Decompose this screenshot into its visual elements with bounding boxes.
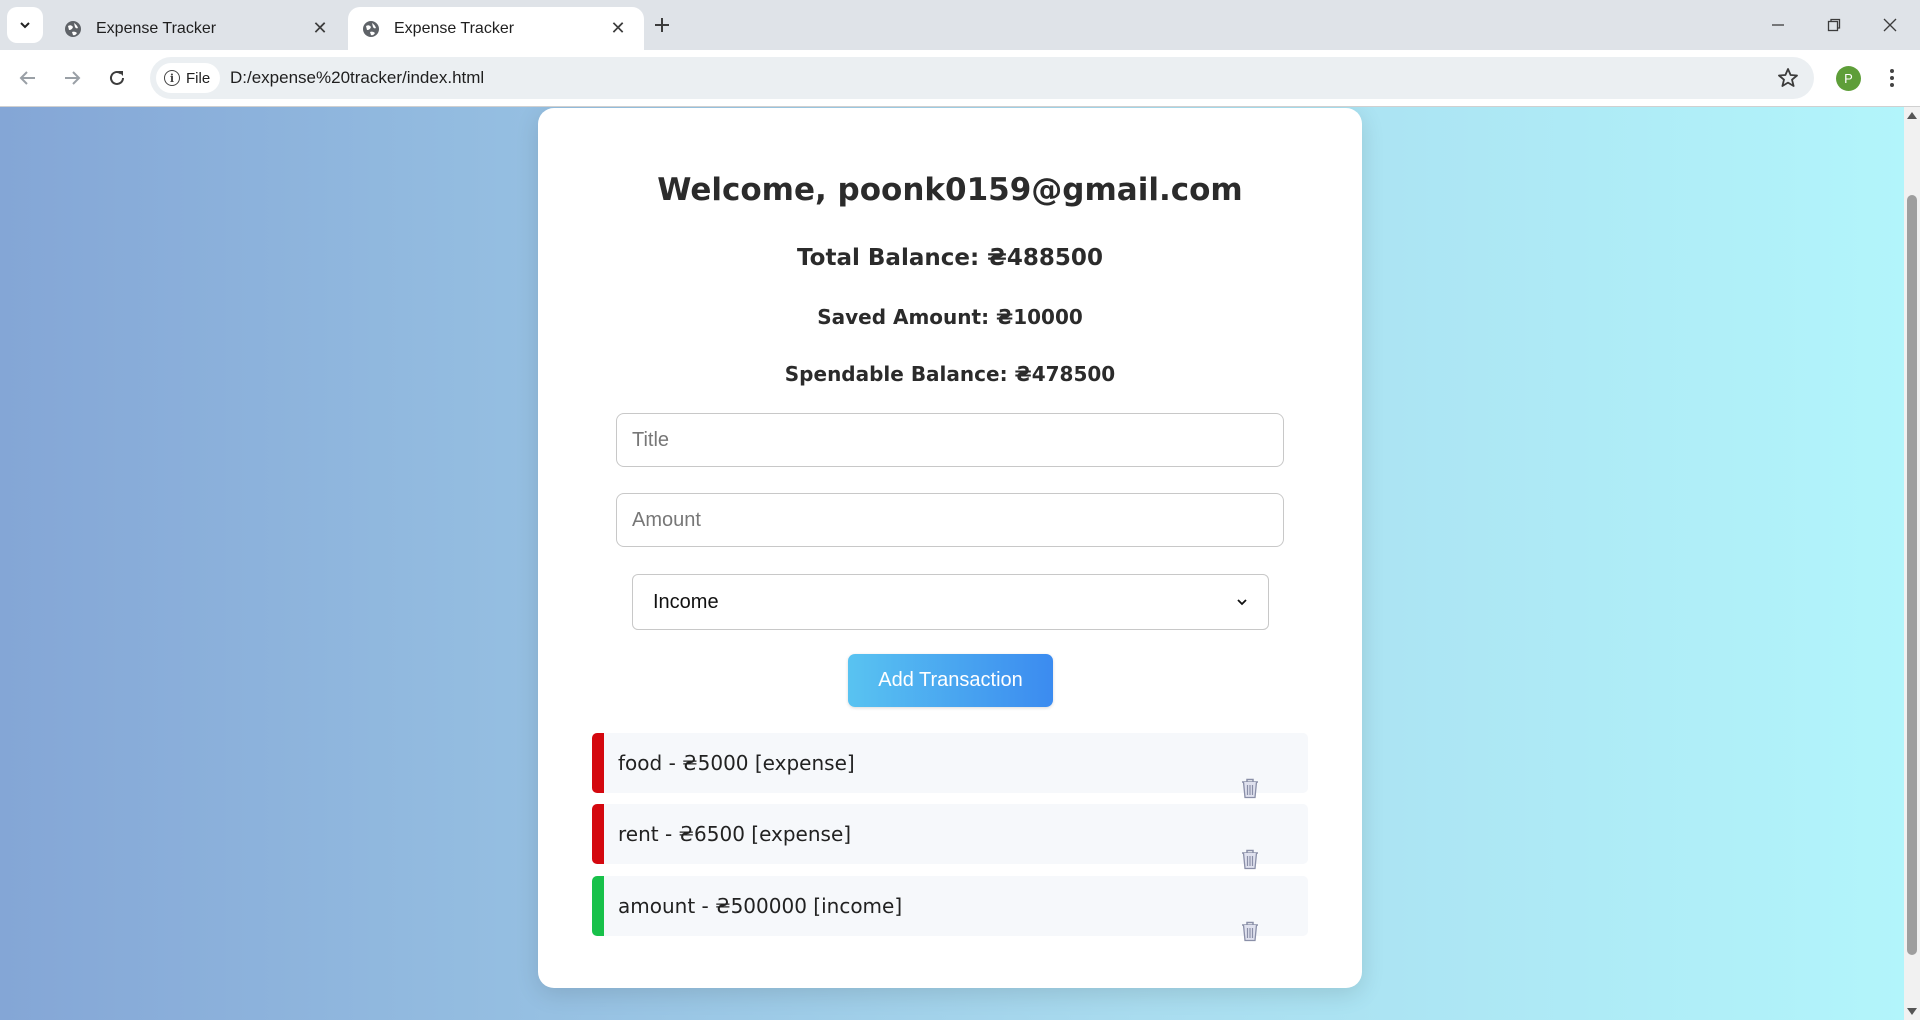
- close-icon[interactable]: ✕: [606, 18, 630, 39]
- scroll-up-arrow[interactable]: [1907, 112, 1917, 119]
- browser-toolbar: i File D:/expense%20tracker/index.html P: [0, 50, 1920, 107]
- expense-indicator: [592, 733, 604, 793]
- close-icon[interactable]: ✕: [308, 18, 332, 39]
- restore-icon: [1827, 18, 1841, 32]
- scroll-down-arrow[interactable]: [1907, 1008, 1917, 1015]
- page-scrollbar[interactable]: [1904, 107, 1920, 1020]
- site-info-chip[interactable]: i File: [156, 63, 221, 93]
- tab-search-button[interactable]: [7, 7, 43, 43]
- welcome-heading: Welcome, poonk0159@gmail.com: [657, 172, 1243, 208]
- restore-button[interactable]: [1806, 0, 1862, 50]
- profile-avatar[interactable]: P: [1836, 66, 1861, 91]
- dot: [1890, 76, 1894, 80]
- tab-expense-tracker-2[interactable]: Expense Tracker ✕: [348, 7, 644, 50]
- selected-type: Income: [653, 590, 719, 613]
- scrollbar-thumb[interactable]: [1907, 195, 1917, 955]
- expense-tracker-card: Welcome, poonk0159@gmail.com Total Balan…: [538, 108, 1362, 988]
- dot: [1890, 69, 1894, 73]
- trash-icon[interactable]: [1240, 848, 1260, 870]
- globe-icon: [363, 20, 379, 37]
- new-tab-button[interactable]: [648, 11, 676, 39]
- address-bar[interactable]: i File D:/expense%20tracker/index.html: [150, 57, 1814, 99]
- transaction-item: rent - ₴6500 [expense]: [592, 804, 1308, 870]
- minimize-icon: [1772, 24, 1784, 26]
- add-transaction-button[interactable]: Add Transaction: [848, 654, 1053, 707]
- trash-icon[interactable]: [1240, 777, 1260, 799]
- spendable-balance: Spendable Balance: ₴478500: [784, 362, 1116, 386]
- reload-button[interactable]: [99, 60, 135, 96]
- dot: [1890, 83, 1894, 87]
- total-balance: Total Balance: ₴488500: [797, 245, 1103, 271]
- arrow-right-icon: [65, 71, 81, 85]
- chevron-down-icon: [1237, 599, 1247, 606]
- site-info-label: File: [186, 69, 211, 87]
- transaction-text: food - ₴5000 [expense]: [618, 751, 855, 775]
- transaction-text: rent - ₴6500 [expense]: [618, 822, 852, 846]
- globe-icon: [65, 20, 81, 37]
- info-icon: i: [164, 70, 180, 86]
- tab-strip: Expense Tracker ✕ Expense Tracker ✕: [0, 0, 1920, 50]
- close-window-button[interactable]: [1862, 0, 1918, 50]
- url-text[interactable]: D:/expense%20tracker/index.html: [230, 57, 484, 99]
- reload-icon: [110, 70, 124, 85]
- amount-input[interactable]: [616, 493, 1284, 547]
- trash-icon[interactable]: [1240, 920, 1260, 942]
- tab-expense-tracker-1[interactable]: Expense Tracker ✕: [50, 7, 346, 50]
- expense-indicator: [592, 804, 604, 864]
- page-viewport: Welcome, poonk0159@gmail.com Total Balan…: [0, 107, 1904, 1020]
- transaction-text: amount - ₴500000 [income]: [618, 894, 903, 918]
- transaction-item: food - ₴5000 [expense]: [592, 733, 1308, 799]
- chevron-down-icon: [20, 22, 30, 29]
- tab-title: Expense Tracker: [96, 19, 217, 37]
- income-indicator: [592, 876, 604, 936]
- title-input[interactable]: [616, 413, 1284, 467]
- tab-title: Expense Tracker: [394, 19, 515, 37]
- plus-icon: [655, 18, 669, 32]
- back-button[interactable]: [10, 60, 46, 96]
- saved-amount: Saved Amount: ₴10000: [817, 305, 1083, 329]
- transaction-type-select[interactable]: Income: [632, 574, 1269, 630]
- close-icon: [1883, 18, 1897, 32]
- transaction-item: amount - ₴500000 [income]: [592, 876, 1308, 942]
- minimize-button[interactable]: [1750, 0, 1806, 50]
- forward-button[interactable]: [54, 60, 90, 96]
- star-icon[interactable]: [1776, 66, 1800, 90]
- arrow-left-icon: [19, 71, 35, 85]
- browser-menu-button[interactable]: [1880, 62, 1904, 94]
